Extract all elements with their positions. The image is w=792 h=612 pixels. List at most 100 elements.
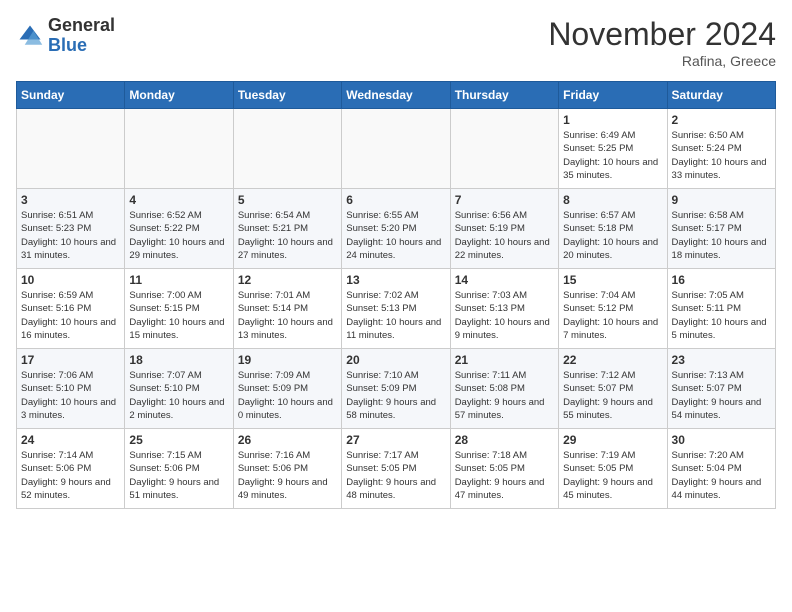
- logo-blue: Blue: [48, 35, 87, 55]
- calendar-cell: 14 Sunrise: 7:03 AMSunset: 5:13 PMDayligh…: [450, 269, 558, 349]
- calendar-cell: 8 Sunrise: 6:57 AMSunset: 5:18 PMDaylight…: [559, 189, 667, 269]
- subtitle: Rafina, Greece: [548, 53, 776, 69]
- day-number: 5: [238, 193, 337, 207]
- day-number: 18: [129, 353, 228, 367]
- calendar-cell: 20 Sunrise: 7:10 AMSunset: 5:09 PMDayligh…: [342, 349, 450, 429]
- calendar-cell: 10Sunrise: 6:59 AMSunset: 5:16 PMDayligh…: [17, 269, 125, 349]
- day-info: Sunrise: 6:58 AMSunset: 5:17 PMDaylight:…: [672, 209, 771, 262]
- day-number: 27: [346, 433, 445, 447]
- calendar-header: SundayMondayTuesdayWednesdayThursdayFrid…: [17, 82, 776, 109]
- day-info: Sunrise: 7:09 AMSunset: 5:09 PMDaylight:…: [238, 369, 337, 422]
- day-number: 8: [563, 193, 662, 207]
- day-number: 13: [346, 273, 445, 287]
- header-day: Sunday: [17, 82, 125, 109]
- day-number: 6: [346, 193, 445, 207]
- day-info: Sunrise: 6:51 AMSunset: 5:23 PMDaylight:…: [21, 209, 120, 262]
- calendar-cell: 3 Sunrise: 6:51 AMSunset: 5:23 PMDaylight…: [17, 189, 125, 269]
- day-number: 3: [21, 193, 120, 207]
- day-info: Sunrise: 7:07 AMSunset: 5:10 PMDaylight:…: [129, 369, 228, 422]
- day-info: Sunrise: 6:56 AMSunset: 5:19 PMDaylight:…: [455, 209, 554, 262]
- calendar-week-row: 1 Sunrise: 6:49 AMSunset: 5:25 PMDaylight…: [17, 109, 776, 189]
- day-info: Sunrise: 7:11 AMSunset: 5:08 PMDaylight:…: [455, 369, 554, 422]
- calendar-week-row: 17 Sunrise: 7:06 AMSunset: 5:10 PMDayligh…: [17, 349, 776, 429]
- calendar-cell: [450, 109, 558, 189]
- day-number: 24: [21, 433, 120, 447]
- calendar-cell: 23Sunrise: 7:13 AMSunset: 5:07 PMDayligh…: [667, 349, 775, 429]
- day-info: Sunrise: 6:49 AMSunset: 5:25 PMDaylight:…: [563, 129, 662, 182]
- day-number: 20: [346, 353, 445, 367]
- calendar-cell: [17, 109, 125, 189]
- day-number: 1: [563, 113, 662, 127]
- day-number: 23: [672, 353, 771, 367]
- calendar-cell: 26Sunrise: 7:16 AMSunset: 5:06 PMDayligh…: [233, 429, 341, 509]
- day-number: 22: [563, 353, 662, 367]
- day-info: Sunrise: 7:10 AMSunset: 5:09 PMDaylight:…: [346, 369, 445, 422]
- logo: General Blue: [16, 16, 115, 56]
- day-info: Sunrise: 7:01 AMSunset: 5:14 PMDaylight:…: [238, 289, 337, 342]
- day-info: Sunrise: 7:00 AMSunset: 5:15 PMDaylight:…: [129, 289, 228, 342]
- day-number: 28: [455, 433, 554, 447]
- logo-text: General Blue: [48, 16, 115, 56]
- calendar-cell: 18 Sunrise: 7:07 AMSunset: 5:10 PMDayligh…: [125, 349, 233, 429]
- day-info: Sunrise: 7:03 AMSunset: 5:13 PMDaylight:…: [455, 289, 554, 342]
- day-info: Sunrise: 6:50 AMSunset: 5:24 PMDaylight:…: [672, 129, 771, 182]
- page-header: General Blue November 2024 Rafina, Greec…: [16, 16, 776, 69]
- calendar-body: 1 Sunrise: 6:49 AMSunset: 5:25 PMDaylight…: [17, 109, 776, 509]
- day-info: Sunrise: 7:02 AMSunset: 5:13 PMDaylight:…: [346, 289, 445, 342]
- calendar-week-row: 3 Sunrise: 6:51 AMSunset: 5:23 PMDaylight…: [17, 189, 776, 269]
- day-info: Sunrise: 6:57 AMSunset: 5:18 PMDaylight:…: [563, 209, 662, 262]
- day-info: Sunrise: 7:17 AMSunset: 5:05 PMDaylight:…: [346, 449, 445, 502]
- logo-icon: [16, 22, 44, 50]
- day-number: 15: [563, 273, 662, 287]
- day-info: Sunrise: 7:06 AMSunset: 5:10 PMDaylight:…: [21, 369, 120, 422]
- calendar-week-row: 24 Sunrise: 7:14 AMSunset: 5:06 PMDayligh…: [17, 429, 776, 509]
- day-number: 4: [129, 193, 228, 207]
- logo-general: General: [48, 15, 115, 35]
- day-info: Sunrise: 7:14 AMSunset: 5:06 PMDaylight:…: [21, 449, 120, 502]
- header-day: Saturday: [667, 82, 775, 109]
- day-number: 16: [672, 273, 771, 287]
- header-day: Thursday: [450, 82, 558, 109]
- header-day: Tuesday: [233, 82, 341, 109]
- day-number: 26: [238, 433, 337, 447]
- day-number: 25: [129, 433, 228, 447]
- month-title: November 2024: [548, 16, 776, 53]
- day-number: 11: [129, 273, 228, 287]
- calendar-cell: 4 Sunrise: 6:52 AMSunset: 5:22 PMDaylight…: [125, 189, 233, 269]
- day-number: 14: [455, 273, 554, 287]
- header-day: Friday: [559, 82, 667, 109]
- calendar-cell: 11 Sunrise: 7:00 AMSunset: 5:15 PMDayligh…: [125, 269, 233, 349]
- calendar-cell: [342, 109, 450, 189]
- day-number: 9: [672, 193, 771, 207]
- header-day: Monday: [125, 82, 233, 109]
- calendar-cell: 1 Sunrise: 6:49 AMSunset: 5:25 PMDaylight…: [559, 109, 667, 189]
- calendar-cell: 9 Sunrise: 6:58 AMSunset: 5:17 PMDaylight…: [667, 189, 775, 269]
- day-info: Sunrise: 7:20 AMSunset: 5:04 PMDaylight:…: [672, 449, 771, 502]
- header-row: SundayMondayTuesdayWednesdayThursdayFrid…: [17, 82, 776, 109]
- calendar-cell: 13 Sunrise: 7:02 AMSunset: 5:13 PMDayligh…: [342, 269, 450, 349]
- day-info: Sunrise: 7:05 AMSunset: 5:11 PMDaylight:…: [672, 289, 771, 342]
- calendar-cell: 15Sunrise: 7:04 AMSunset: 5:12 PMDayligh…: [559, 269, 667, 349]
- calendar-cell: 22 Sunrise: 7:12 AMSunset: 5:07 PMDayligh…: [559, 349, 667, 429]
- calendar-cell: 21 Sunrise: 7:11 AMSunset: 5:08 PMDayligh…: [450, 349, 558, 429]
- calendar-cell: 25 Sunrise: 7:15 AMSunset: 5:06 PMDayligh…: [125, 429, 233, 509]
- day-number: 12: [238, 273, 337, 287]
- day-number: 30: [672, 433, 771, 447]
- day-info: Sunrise: 7:15 AMSunset: 5:06 PMDaylight:…: [129, 449, 228, 502]
- day-number: 19: [238, 353, 337, 367]
- calendar-cell: 24 Sunrise: 7:14 AMSunset: 5:06 PMDayligh…: [17, 429, 125, 509]
- day-info: Sunrise: 6:55 AMSunset: 5:20 PMDaylight:…: [346, 209, 445, 262]
- day-number: 2: [672, 113, 771, 127]
- day-number: 17: [21, 353, 120, 367]
- calendar-cell: 27 Sunrise: 7:17 AMSunset: 5:05 PMDayligh…: [342, 429, 450, 509]
- calendar-cell: [125, 109, 233, 189]
- calendar-cell: 12 Sunrise: 7:01 AMSunset: 5:14 PMDayligh…: [233, 269, 341, 349]
- day-number: 21: [455, 353, 554, 367]
- calendar-cell: 6 Sunrise: 6:55 AMSunset: 5:20 PMDaylight…: [342, 189, 450, 269]
- calendar-cell: 30 Sunrise: 7:20 AMSunset: 5:04 PMDayligh…: [667, 429, 775, 509]
- day-info: Sunrise: 7:12 AMSunset: 5:07 PMDaylight:…: [563, 369, 662, 422]
- calendar-table: SundayMondayTuesdayWednesdayThursdayFrid…: [16, 81, 776, 509]
- calendar-cell: 19 Sunrise: 7:09 AMSunset: 5:09 PMDayligh…: [233, 349, 341, 429]
- calendar-cell: 16 Sunrise: 7:05 AMSunset: 5:11 PMDayligh…: [667, 269, 775, 349]
- day-info: Sunrise: 6:52 AMSunset: 5:22 PMDaylight:…: [129, 209, 228, 262]
